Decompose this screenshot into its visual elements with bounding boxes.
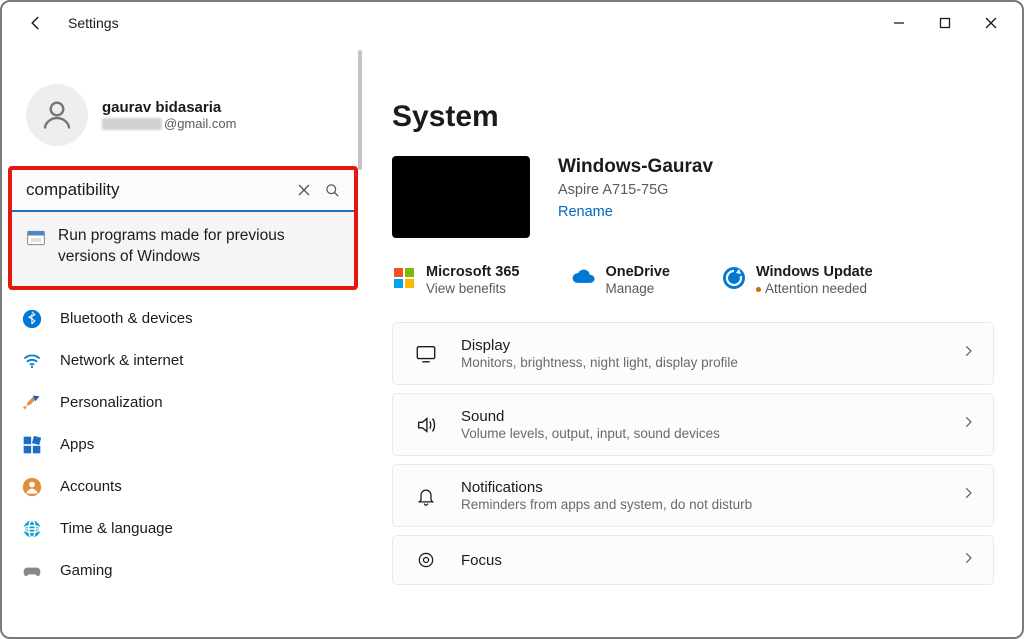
nav-accounts[interactable]: Accounts (10, 466, 356, 508)
maximize-button[interactable] (922, 7, 968, 39)
sidebar-scrollbar[interactable] (358, 50, 362, 170)
card-sub: Reminders from apps and system, do not d… (461, 497, 941, 512)
search-clear-button[interactable] (290, 176, 318, 204)
card-title: Display (461, 337, 941, 354)
tile-sub: Manage (605, 281, 669, 296)
wifi-icon (22, 351, 42, 371)
settings-window: Settings gaurav bidasaria @gmail.com (0, 0, 1024, 639)
nav-label: Apps (60, 436, 94, 453)
nav-personalization[interactable]: Personalization (10, 382, 356, 424)
card-display[interactable]: Display Monitors, brightness, night ligh… (392, 322, 994, 385)
nav-apps[interactable]: Apps (10, 424, 356, 466)
apps-icon (22, 435, 42, 455)
tile-onedrive[interactable]: OneDrive Manage (571, 264, 669, 296)
nav-network[interactable]: Network & internet (10, 340, 356, 382)
content-pane: System Windows-Gaurav Aspire A715-75G Re… (364, 44, 1022, 637)
nav-bluetooth[interactable]: Bluetooth & devices (10, 298, 356, 340)
nav-time-language[interactable]: Time & language (10, 508, 356, 550)
tile-sub-text: Attention needed (765, 281, 867, 296)
email-redacted (102, 118, 162, 130)
card-title: Focus (461, 552, 941, 569)
page-title: System (392, 100, 994, 134)
onedrive-icon (571, 266, 595, 290)
chevron-right-icon (961, 551, 975, 570)
profile-text: gaurav bidasaria @gmail.com (102, 99, 236, 131)
chevron-right-icon (961, 415, 975, 434)
window-controls (876, 7, 1014, 39)
brush-icon (22, 393, 42, 413)
focus-icon (411, 550, 441, 570)
nav-label: Network & internet (60, 352, 183, 369)
search-input[interactable] (26, 180, 290, 200)
close-button[interactable] (968, 7, 1014, 39)
rename-link[interactable]: Rename (558, 204, 713, 220)
device-model: Aspire A715-75G (558, 182, 713, 198)
card-title: Notifications (461, 479, 941, 496)
tile-sub: View benefits (426, 281, 519, 296)
sound-icon (411, 414, 441, 436)
email-suffix: @gmail.com (164, 116, 236, 131)
tile-title: OneDrive (605, 264, 669, 280)
card-sound[interactable]: Sound Volume levels, output, input, soun… (392, 393, 994, 456)
update-icon (722, 266, 746, 290)
gamepad-icon (22, 561, 42, 581)
nav-gaming[interactable]: Gaming (10, 550, 356, 592)
display-icon (411, 343, 441, 365)
window-title: Settings (68, 15, 119, 31)
accounts-icon (22, 477, 42, 497)
globe-icon (22, 519, 42, 539)
nav-label: Accounts (60, 478, 122, 495)
bluetooth-icon (22, 309, 42, 329)
card-focus[interactable]: Focus (392, 535, 994, 585)
nav-label: Time & language (60, 520, 173, 537)
card-notifications[interactable]: Notifications Reminders from apps and sy… (392, 464, 994, 527)
status-tiles: Microsoft 365 View benefits OneDrive Man… (392, 264, 994, 296)
search-highlight: Run programs made for previous versions … (8, 166, 358, 290)
attention-dot-icon (756, 287, 761, 292)
compat-icon (26, 228, 46, 248)
nav-label: Bluetooth & devices (60, 310, 193, 327)
search-icon[interactable] (318, 176, 346, 204)
minimize-button[interactable] (876, 7, 922, 39)
back-button[interactable] (22, 9, 50, 37)
tile-ms365[interactable]: Microsoft 365 View benefits (392, 264, 519, 296)
search-suggestion-text: Run programs made for previous versions … (58, 226, 328, 268)
tile-title: Microsoft 365 (426, 264, 519, 280)
device-name: Windows-Gaurav (558, 156, 713, 178)
tile-sub: Attention needed (756, 281, 873, 296)
profile-block[interactable]: gaurav bidasaria @gmail.com (2, 48, 364, 166)
profile-name: gaurav bidasaria (102, 99, 236, 116)
device-block: Windows-Gaurav Aspire A715-75G Rename (392, 156, 994, 238)
card-sub: Monitors, brightness, night light, displ… (461, 355, 941, 370)
titlebar: Settings (2, 2, 1022, 44)
ms365-icon (392, 266, 416, 290)
bell-icon (411, 486, 441, 506)
profile-email: @gmail.com (102, 116, 236, 131)
device-info: Windows-Gaurav Aspire A715-75G Rename (558, 156, 713, 220)
sidebar: gaurav bidasaria @gmail.com (2, 44, 364, 637)
app-body: gaurav bidasaria @gmail.com (2, 44, 1022, 637)
tile-windows-update[interactable]: Windows Update Attention needed (722, 264, 873, 296)
chevron-right-icon (961, 486, 975, 505)
nav-label: Gaming (60, 562, 113, 579)
card-sub: Volume levels, output, input, sound devi… (461, 426, 941, 441)
nav-label: Personalization (60, 394, 163, 411)
avatar (26, 84, 88, 146)
nav-list: Bluetooth & devices Network & internet P… (2, 298, 364, 592)
tile-title: Windows Update (756, 264, 873, 280)
search-suggestion[interactable]: Run programs made for previous versions … (12, 212, 354, 286)
search-row (12, 170, 354, 212)
card-title: Sound (461, 408, 941, 425)
device-image (392, 156, 530, 238)
chevron-right-icon (961, 344, 975, 363)
